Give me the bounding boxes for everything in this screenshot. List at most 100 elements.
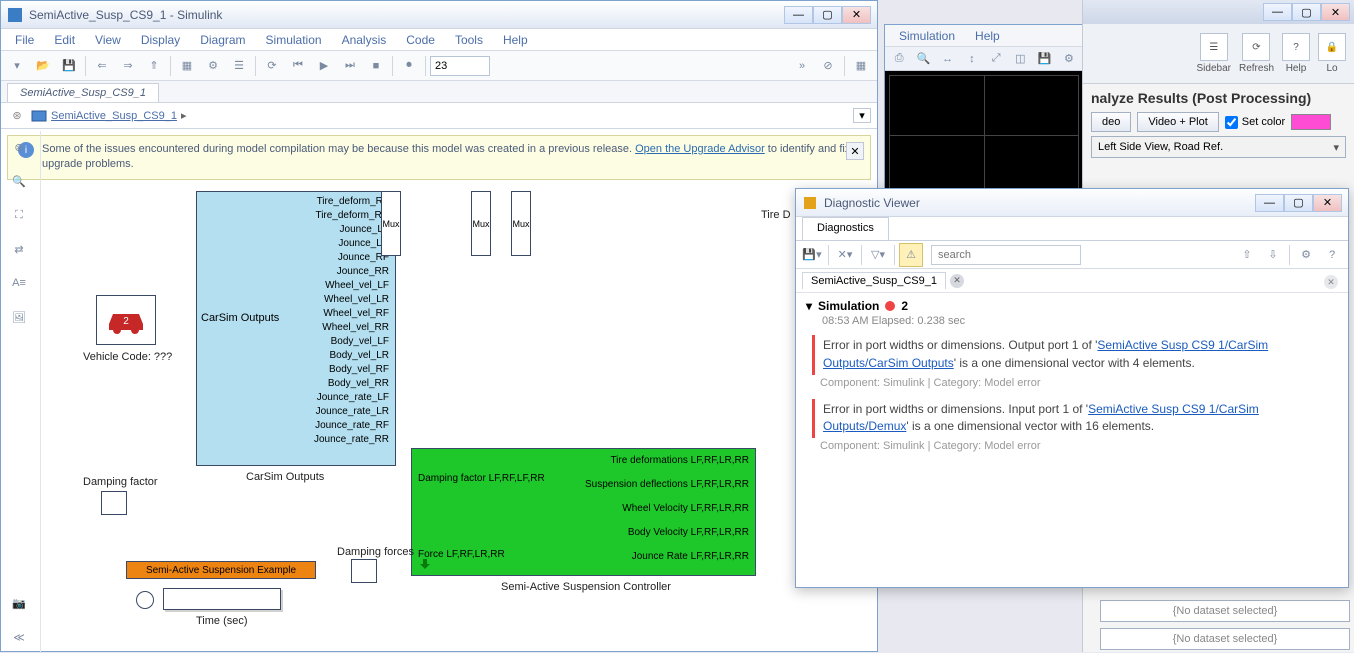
scope-menu-help[interactable]: Help: [965, 27, 1010, 45]
diagnostics-tab[interactable]: Diagnostics: [802, 217, 889, 240]
back-icon[interactable]: ⇐: [90, 54, 114, 78]
collapse-icon[interactable]: ⊛: [7, 109, 27, 122]
stop-time-input[interactable]: [430, 56, 490, 76]
controller-block[interactable]: Damping factor LF,RF,LF,RR Force LF,RF,L…: [411, 448, 756, 576]
menu-help[interactable]: Help: [493, 31, 538, 49]
minimize-button[interactable]: —: [1263, 3, 1292, 21]
minimize-button[interactable]: —: [1255, 194, 1284, 212]
display-block[interactable]: [163, 588, 281, 610]
breadcrumb-dropdown[interactable]: ▾: [853, 108, 871, 123]
banner-close-button[interactable]: ✕: [846, 142, 864, 160]
save-icon[interactable]: 💾: [57, 54, 81, 78]
apps-icon[interactable]: ▦: [849, 54, 873, 78]
help-icon[interactable]: ?: [1320, 243, 1344, 267]
scope-zoom-x-icon[interactable]: ↔: [938, 47, 958, 71]
scope-save-icon[interactable]: 💾: [1035, 47, 1055, 71]
warnings-icon[interactable]: ⚠: [899, 243, 923, 267]
video-plot-button[interactable]: Video + Plot: [1137, 112, 1218, 132]
refresh-tool[interactable]: ⟳Refresh: [1239, 33, 1274, 74]
menu-diagram[interactable]: Diagram: [190, 31, 255, 49]
close-button[interactable]: ✕: [1313, 194, 1342, 212]
breadcrumb[interactable]: SemiActive_Susp_CS9_1: [51, 110, 177, 122]
settings-icon[interactable]: ⚙: [1294, 243, 1318, 267]
lock-icon: 🔒: [1318, 33, 1346, 61]
filter-icon[interactable]: ▽▾: [866, 243, 890, 267]
update-icon[interactable]: ⟳: [260, 54, 284, 78]
menu-analysis[interactable]: Analysis: [332, 31, 397, 49]
video-button[interactable]: deo: [1091, 112, 1131, 132]
more-icon[interactable]: »: [790, 54, 814, 78]
dataset-combo-2[interactable]: {No dataset selected}: [1100, 628, 1350, 650]
mux-block[interactable]: Mux: [381, 191, 401, 256]
annotation-box[interactable]: Semi-Active Suspension Example: [126, 561, 316, 579]
maximize-button[interactable]: ▢: [1284, 194, 1313, 212]
menu-display[interactable]: Display: [131, 31, 190, 49]
new-icon[interactable]: ▾: [5, 54, 29, 78]
help-tool[interactable]: ?Help: [1282, 33, 1310, 74]
fast-restart-icon[interactable]: ⊘: [816, 54, 840, 78]
mux-block[interactable]: Mux: [511, 191, 531, 256]
clock-block[interactable]: [136, 591, 154, 609]
up-icon[interactable]: ⇑: [142, 54, 166, 78]
fit-icon[interactable]: ⛶: [5, 203, 33, 227]
scope-zoom-in-icon[interactable]: 🔍: [913, 47, 933, 71]
next-icon[interactable]: ⇩: [1261, 243, 1285, 267]
menu-view[interactable]: View: [85, 31, 131, 49]
damping-forces-scope[interactable]: [351, 559, 377, 583]
hide-icon[interactable]: ⊛: [5, 135, 33, 159]
scope-menu-simulation[interactable]: Simulation: [889, 27, 965, 45]
step-back-icon[interactable]: ⏮: [286, 54, 310, 78]
collapse-section-icon[interactable]: ✕: [1324, 275, 1338, 289]
save-log-icon[interactable]: 💾▾: [800, 243, 824, 267]
maximize-button[interactable]: ▢: [813, 6, 842, 24]
minimize-button[interactable]: —: [784, 6, 813, 24]
screenshot-icon[interactable]: 📷: [5, 591, 33, 615]
diag-section[interactable]: ▾ Simulation 2: [806, 299, 1338, 313]
close-button[interactable]: ✕: [842, 6, 871, 24]
maximize-button[interactable]: ▢: [1292, 3, 1321, 21]
menu-file[interactable]: File: [5, 31, 44, 49]
forward-icon[interactable]: ⇒: [116, 54, 140, 78]
lock-tool[interactable]: 🔒Lo: [1318, 33, 1346, 74]
swap-icon[interactable]: ⇄: [5, 237, 33, 261]
clear-icon[interactable]: ✕▾: [833, 243, 857, 267]
scope-print-icon[interactable]: ⎙: [889, 47, 909, 71]
color-swatch[interactable]: [1291, 114, 1331, 130]
scope-axes-icon[interactable]: ◫: [1010, 47, 1030, 71]
model-config-icon[interactable]: ⚙: [201, 54, 225, 78]
view-combo[interactable]: Left Side View, Road Ref.▾: [1091, 136, 1346, 158]
explorer-icon[interactable]: ☰: [227, 54, 251, 78]
sidebar-tool[interactable]: ☰Sidebar: [1197, 33, 1231, 74]
damping-factor-scope[interactable]: [101, 491, 127, 515]
set-color-checkbox[interactable]: Set color: [1225, 116, 1285, 129]
menu-code[interactable]: Code: [396, 31, 445, 49]
run-icon[interactable]: ▶: [312, 54, 336, 78]
scope-autoscale-icon[interactable]: ⤢: [986, 47, 1006, 71]
search-input[interactable]: [931, 245, 1081, 265]
model-tab[interactable]: SemiActive_Susp_CS9_1: [7, 83, 159, 102]
menu-edit[interactable]: Edit: [44, 31, 85, 49]
dataset-combo-1[interactable]: {No dataset selected}: [1100, 600, 1350, 622]
annotation-icon[interactable]: A≡: [5, 271, 33, 295]
vehicle-code-block[interactable]: 2: [96, 295, 156, 345]
library-icon[interactable]: ▦: [175, 54, 199, 78]
diag-model-tab[interactable]: SemiActive_Susp_CS9_1: [802, 272, 946, 289]
upgrade-advisor-link[interactable]: Open the Upgrade Advisor: [635, 143, 765, 155]
scope-zoom-y-icon[interactable]: ↕: [962, 47, 982, 71]
carsim-outputs-block[interactable]: CarSim Outputs Tire_deform_RF Tire_defor…: [196, 191, 396, 466]
stop-icon[interactable]: ■: [364, 54, 388, 78]
step-forward-icon[interactable]: ⏭: [338, 54, 362, 78]
prev-icon[interactable]: ⇧: [1235, 243, 1259, 267]
close-model-tab-icon[interactable]: ✕: [950, 274, 964, 288]
overview-icon[interactable]: ≪: [5, 625, 33, 649]
image-icon[interactable]: 🖼: [5, 305, 33, 329]
model-canvas[interactable]: 2 Vehicle Code: ??? CarSim Outputs Tire_…: [41, 191, 873, 647]
zoom-icon[interactable]: 🔍: [5, 169, 33, 193]
mux-block[interactable]: Mux: [471, 191, 491, 256]
close-button[interactable]: ✕: [1321, 3, 1350, 21]
scope-params-icon[interactable]: ⚙: [1059, 47, 1079, 71]
menu-simulation[interactable]: Simulation: [256, 31, 332, 49]
menu-tools[interactable]: Tools: [445, 31, 493, 49]
record-icon[interactable]: ⏺: [397, 54, 421, 78]
open-icon[interactable]: 📂: [31, 54, 55, 78]
